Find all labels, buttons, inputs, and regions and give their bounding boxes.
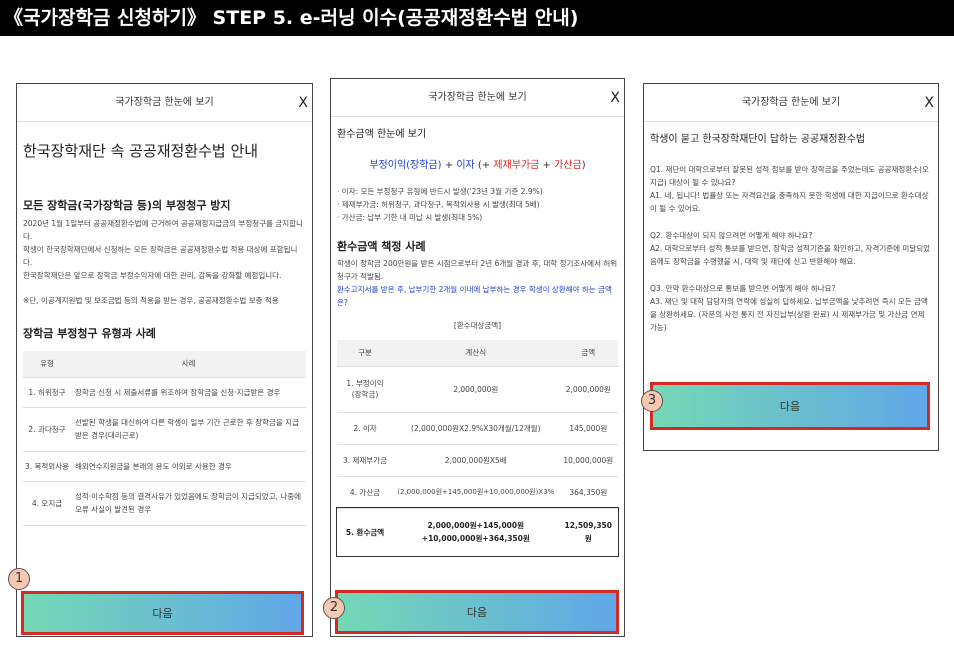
table-row: 2. 이자 (2,000,000원X2.9%X30개월/12개월) 145,00…: [337, 412, 618, 445]
close-icon[interactable]: X: [924, 84, 934, 122]
table-header: 유형: [23, 351, 71, 378]
panel-title: 학생이 묻고 한국장학재단이 답하는 공공재정환수법: [650, 134, 866, 145]
next-button-label: 다음: [779, 400, 801, 413]
paragraph: 학생이 한국장학재단에서 신청하는 모든 장학금은 공공재정환수법 적용 대상에…: [23, 245, 298, 267]
section-title: 모든 장학금(국가장학금 등)의 부정청구 방지: [23, 199, 231, 212]
table-cell: 선발된 학생을 대신하여 다른 학생이 일부 기간 근로한 후 장학금을 지급받…: [71, 407, 306, 452]
table-cell: 2. 이자: [337, 412, 393, 445]
faq-answer: A1. 네, 됩니다! 법률상 또는 자격요건을 충족하지 못한 학생에 대한 …: [650, 191, 929, 213]
case-text: 학생이 장학금 200만원을 받은 시점으로부터 2년 6개월 경과 후, 대학…: [337, 259, 618, 281]
next-button-label: 다음: [466, 606, 488, 619]
table-header: 구분: [337, 340, 393, 367]
next-button-label: 다음: [152, 607, 173, 620]
table-row: 1. 부정이익(장학금) 2,000,000원 2,000,000원: [337, 366, 618, 413]
faq-question: Q3. 만약 환수대상으로 통보를 받으면 어떻게 해야 하나요?: [650, 284, 836, 293]
faq-question: Q2. 환수대상이 되지 않으려면 어떻게 해야 하나요?: [650, 231, 813, 240]
case-question: 환수고지서를 받은 후, 납부기한 2개월 이내에 납부하는 경우 학생이 상환…: [337, 285, 612, 307]
table-cell: 5. 환수금액: [337, 508, 393, 557]
close-icon[interactable]: X: [610, 79, 620, 117]
table-cell: 2,000,000원+145,000원+10,000,000원+364,350원: [393, 508, 559, 557]
panel-header-title: 국가장학금 한눈에 보기: [115, 97, 214, 108]
faq-question: Q1. 재단이 대학으로부터 잘못된 성적 정보를 받아 장학금을 주었는데도 …: [650, 165, 929, 187]
table-row: 1. 허위청구 장학금 신청 시 제출서류를 위조하여 장학금을 신청·지급받은…: [23, 377, 306, 408]
table-header: 금액: [558, 340, 618, 367]
bullet: · 이자: 모든 부정청구 유형에 반드시 발생('23년 3월 기준 2.9%…: [337, 187, 543, 196]
page-title: 《국가장학금 신청하기》 STEP 5. e-러닝 이수(공공재정환수법 안내): [0, 0, 954, 36]
table-row: 4. 오지급 성적·이수학점 등의 결격사유가 있었음에도 장학금이 지급되었고…: [23, 481, 306, 526]
panel-header-title: 국가장학금 한눈에 보기: [428, 92, 527, 103]
panel-intro: 국가장학금 한눈에 보기 X 한국장학재단 속 공공재정환수법 안내 모든 장학…: [16, 83, 313, 637]
panel-header: 국가장학금 한눈에 보기 X: [331, 79, 624, 117]
table-cell: 1. 허위청구: [23, 377, 71, 408]
next-button[interactable]: 다음: [335, 590, 619, 634]
table-cell: 1. 부정이익(장학금): [337, 366, 393, 413]
formula-operator: +: [441, 160, 457, 171]
close-icon[interactable]: X: [298, 84, 308, 122]
table-header: 사례: [71, 351, 306, 378]
table-cell: 4. 가산금: [337, 476, 393, 509]
table-header: 계산식: [393, 340, 559, 367]
formula-term: 제재부가금: [493, 160, 540, 171]
faq-answer: A3. 재단 및 대학 담당자의 연락에 성실히 답하세요. 납부금액을 낮추려…: [650, 297, 928, 332]
formula-operator: +: [539, 160, 555, 171]
formula-operator: (+: [474, 160, 494, 171]
table-cell: 4. 오지급: [23, 481, 71, 526]
panel-faq: 국가장학금 한눈에 보기 X 학생이 묻고 한국장학재단이 답하는 공공재정환수…: [643, 83, 939, 451]
table-cell: 해외연수지원금을 본래의 용도 이외로 사용한 경우: [71, 451, 306, 482]
table-cell: 364,350원: [558, 476, 618, 509]
table-row: 3. 제재부가금 2,000,000원X5배 10,000,000원: [337, 444, 618, 477]
table-cell: 3. 제재부가금: [337, 444, 393, 477]
bullet: · 제재부가금: 허위청구, 과다청구, 목적외사용 시 발생(최대 5배): [337, 200, 540, 209]
formula-term: 가산금: [554, 160, 582, 171]
note: ※단, 이공계지원법 및 보조금법 등의 적용을 받는 경우, 공공재정환수법 …: [23, 296, 279, 305]
panel-header: 국가장학금 한눈에 보기 X: [644, 84, 938, 122]
table-caption: [환수대상금액]: [453, 321, 502, 330]
table-cell: 12,509,350원: [558, 508, 618, 557]
step-badge-1: 1: [8, 568, 30, 590]
table-row: 3. 목적외사용 해외연수지원금을 본래의 용도 이외로 사용한 경우: [23, 451, 306, 482]
table-cell: (2,000,000원X2.9%X30개월/12개월): [393, 412, 559, 445]
paragraph: 한국장학재단은 앞으로 장학금 부정수익자에 대한 관리, 감독을 강화할 예정…: [23, 271, 282, 280]
table-cell: (2,000,000원+145,000원+10,000,000원)X3%: [393, 476, 559, 509]
table-cell: 2,000,000원X5배: [393, 444, 559, 477]
step-badge-2: 2: [323, 597, 345, 619]
formula-term: 부정이익(장학금): [369, 160, 442, 171]
table-cell: 3. 목적외사용: [23, 451, 71, 482]
step-badge-3: 3: [641, 390, 663, 412]
panel-refund-amount: 국가장학금 한눈에 보기 X 환수금액 한눈에 보기 부정이익(장학금) + 이…: [330, 78, 625, 637]
next-button[interactable]: 다음: [21, 591, 304, 635]
panel-header: 국가장학금 한눈에 보기 X: [17, 84, 312, 122]
table-cell: 10,000,000원: [558, 444, 618, 477]
refund-formula: 부정이익(장학금) + 이자 (+ 제재부가금 + 가산금): [337, 156, 618, 171]
stage: 국가장학금 한눈에 보기 X 한국장학재단 속 공공재정환수법 안내 모든 장학…: [0, 36, 954, 668]
section-title: 장학금 부정청구 유형과 사례: [23, 327, 156, 340]
table-cell: 145,000원: [558, 412, 618, 445]
panel-header-title: 국가장학금 한눈에 보기: [741, 97, 841, 108]
table-cell: 2,000,000원: [558, 366, 618, 413]
faq-answer: A2. 대학으로부터 성적 통보를 받으면, 장학금 성적기준을 확인하고, 자…: [650, 244, 931, 266]
table-cell: 장학금 신청 시 제출서류를 위조하여 장학금을 신청·지급받은 경우: [71, 377, 306, 408]
panel-title: 환수금액 한눈에 보기: [337, 129, 427, 140]
paragraph: 2020년 1월 1일부터 공공재정환수법에 근거하여 공공재정지급금의 부정청…: [23, 219, 303, 241]
formula-operator: ): [581, 160, 586, 171]
formula-term: 이자: [456, 160, 475, 171]
bullet: · 가산금: 납부 기한 내 미납 시 발생(최대 5%): [337, 213, 483, 222]
table-cell: 2. 과다청구: [23, 407, 71, 452]
fraud-type-table: 유형 사례 1. 허위청구 장학금 신청 시 제출서류를 위조하여 장학금을 신…: [23, 351, 306, 526]
section-title: 환수금액 책정 사례: [337, 240, 426, 253]
table-row: 2. 과다청구 선발된 학생을 대신하여 다른 학생이 일부 기간 근로한 후 …: [23, 407, 306, 452]
next-button[interactable]: 다음: [650, 382, 930, 430]
table-cell: 성적·이수학점 등의 결격사유가 있었음에도 장학금이 지급되었고, 나중에 오…: [71, 481, 306, 526]
table-row: 4. 가산금 (2,000,000원+145,000원+10,000,000원)…: [337, 476, 618, 509]
refund-table: 구분 계산식 금액 1. 부정이익(장학금) 2,000,000원 2,000,…: [336, 340, 619, 557]
table-row-total: 5. 환수금액 2,000,000원+145,000원+10,000,000원+…: [336, 507, 619, 557]
panel-title: 한국장학재단 속 공공재정환수법 안내: [23, 142, 259, 160]
table-cell: 2,000,000원: [393, 366, 559, 413]
